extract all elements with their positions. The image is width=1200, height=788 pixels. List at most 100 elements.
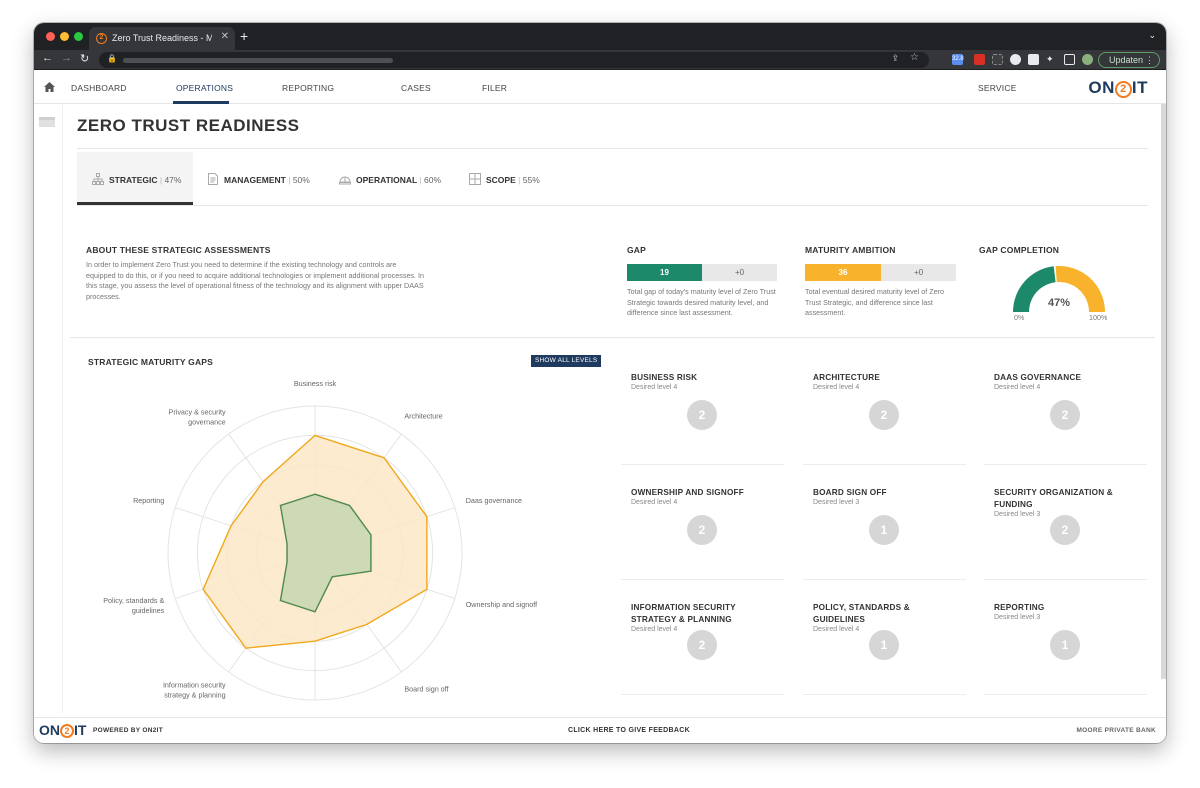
- organization-name: MOORE PRIVATE BANK: [1076, 727, 1156, 734]
- gauge-min-label: 0%: [1014, 313, 1025, 322]
- maturity-card[interactable]: BUSINESS RISK Desired level 4 2: [621, 350, 784, 464]
- card-gap-value: 1: [869, 630, 899, 660]
- radar-chart: Business risk Architecture Daas governance…: [103, 379, 537, 726]
- password-manager-icon[interactable]: [1010, 54, 1021, 65]
- maturity-card[interactable]: DAAS GOVERNANCE Desired level 4 2: [984, 350, 1147, 464]
- ambition-value: 36: [805, 264, 881, 281]
- new-tab-button[interactable]: +: [240, 28, 248, 44]
- tab-strip: 2 Zero Trust Readiness - Moore ✕ + ⌄: [34, 23, 1166, 50]
- extensions-puzzle-icon[interactable]: ✦: [1046, 54, 1057, 65]
- extension-badge-icon[interactable]: 32.8: [952, 54, 964, 65]
- close-window-icon[interactable]: [46, 32, 55, 41]
- gap-description: Total gap of today's maturity level of Z…: [627, 287, 776, 317]
- title-divider: [77, 148, 1148, 149]
- maturity-card[interactable]: INFORMATION SECURITY STRATEGY & PLANNING…: [621, 580, 784, 694]
- extension-red-icon[interactable]: [974, 54, 985, 65]
- top-nav: DASHBOARD OPERATIONS REPORTING CASES FIL…: [34, 70, 1166, 104]
- tab-search-icon[interactable]: ⌄: [1148, 30, 1156, 41]
- radar-axis-label: Ownership and signoff: [466, 600, 537, 609]
- kebab-menu-icon[interactable]: ⋮: [1145, 53, 1154, 67]
- page-scrollbar[interactable]: [1161, 104, 1166, 679]
- tab-scope-pct: 55%: [522, 175, 540, 185]
- maturity-card[interactable]: BOARD SIGN OFF Desired level 3 1: [803, 465, 966, 579]
- forward-icon[interactable]: →: [61, 52, 72, 64]
- assessment-divider: [70, 337, 1155, 338]
- maturity-card[interactable]: SECURITY ORGANIZATION & FUNDING Desired l…: [984, 465, 1147, 579]
- ambition-delta: +0: [881, 264, 956, 281]
- ambition-description: Total eventual desired maturity level of…: [805, 287, 945, 317]
- share-icon[interactable]: ⇪: [891, 53, 899, 64]
- extension-p-icon[interactable]: [1028, 54, 1039, 65]
- completion-gauge: 47%: [1013, 266, 1105, 312]
- tab-operational-pct: 60%: [424, 175, 442, 185]
- tab-strategic[interactable]: STRATEGIC | 47%: [77, 152, 193, 205]
- browser-tab[interactable]: 2 Zero Trust Readiness - Moore ✕: [89, 27, 235, 50]
- maturity-card[interactable]: OWNERSHIP AND SIGNOFF Desired level 4 2: [621, 465, 784, 579]
- hierarchy-icon: [92, 173, 104, 185]
- maturity-card[interactable]: ARCHITECTURE Desired level 4 2: [803, 350, 966, 464]
- radar-axis-label: Business risk: [294, 379, 337, 388]
- card-divider: [984, 694, 1147, 695]
- on2it-logo[interactable]: ON 2 IT: [1088, 78, 1148, 98]
- back-icon[interactable]: ←: [42, 52, 53, 64]
- completion-title: GAP COMPLETION: [979, 245, 1060, 255]
- browser-window: 2 Zero Trust Readiness - Moore ✕ + ⌄ ← →…: [34, 23, 1166, 743]
- sidebar-divider: [62, 105, 63, 713]
- reload-icon[interactable]: ↻: [80, 52, 89, 65]
- nav-dashboard[interactable]: DASHBOARD: [71, 83, 127, 93]
- document-icon: [208, 173, 218, 185]
- card-title: BOARD SIGN OFF: [813, 488, 887, 497]
- feedback-link[interactable]: CLICK HERE TO GIVE FEEDBACK: [568, 727, 690, 734]
- active-nav-indicator: [173, 101, 229, 104]
- card-desired-level: Desired level 4: [813, 384, 860, 391]
- card-divider: [803, 694, 966, 695]
- tab-management[interactable]: MANAGEMENT | 50%: [195, 152, 315, 205]
- card-desired-level: Desired level 4: [631, 499, 678, 506]
- home-icon[interactable]: [44, 82, 55, 92]
- tab-scope[interactable]: SCOPE | 55%: [457, 152, 557, 205]
- close-tab-icon[interactable]: ✕: [221, 31, 229, 42]
- maximize-window-icon[interactable]: [74, 32, 83, 41]
- about-text: In order to implement Zero Trust you nee…: [86, 260, 425, 301]
- card-gap-value: 2: [1050, 400, 1080, 430]
- nav-operations[interactable]: OPERATIONS: [176, 83, 233, 93]
- lock-icon: 🔒: [107, 54, 117, 63]
- card-desired-level: Desired level 4: [631, 384, 678, 391]
- tab-scope-label: SCOPE: [486, 175, 516, 185]
- sidebar-toggle-icon[interactable]: [39, 117, 55, 127]
- card-desired-level: Desired level 3: [994, 511, 1041, 518]
- profile-avatar[interactable]: [1082, 54, 1093, 65]
- card-desired-level: Desired level 4: [813, 626, 860, 633]
- assessment-tabs: STRATEGIC | 47% MANAGEMENT | 50% OPERATI…: [77, 152, 1148, 206]
- about-title: ABOUT THESE STRATEGIC ASSESSMENTS: [86, 245, 271, 255]
- card-title: SECURITY ORGANIZATION & FUNDING: [994, 488, 1113, 509]
- extension-grid-icon[interactable]: [992, 54, 1003, 65]
- radar-axis-label: Reporting: [133, 496, 164, 505]
- maturity-card[interactable]: POLICY, STANDARDS & GUIDELINES Desired le…: [803, 580, 966, 694]
- minimize-window-icon[interactable]: [60, 32, 69, 41]
- update-label: Updaten: [1108, 55, 1143, 65]
- gauge-value-label: 47%: [1048, 297, 1070, 309]
- nav-filer[interactable]: FILER: [482, 83, 507, 93]
- nav-cases[interactable]: CASES: [401, 83, 431, 93]
- card-gap-value: 2: [687, 400, 717, 430]
- gap-value: 19: [627, 264, 702, 281]
- radar-axis-label: Privacy & security governance: [169, 407, 227, 426]
- update-button[interactable]: Updaten ⋮: [1097, 52, 1160, 68]
- tab-management-pct: 50%: [292, 175, 310, 185]
- show-all-levels-button[interactable]: SHOW ALL LEVELS: [531, 355, 602, 367]
- nav-reporting[interactable]: REPORTING: [282, 83, 334, 93]
- maturity-card[interactable]: REPORTING Desired level 3 1: [984, 580, 1147, 694]
- footer-logo[interactable]: ON 2 IT: [39, 722, 86, 738]
- bookmark-star-icon[interactable]: ☆: [910, 52, 919, 63]
- nav-service[interactable]: SERVICE: [978, 83, 1017, 93]
- card-title: ARCHITECTURE: [813, 373, 880, 382]
- browser-toolbar: ← → ↻ 🔒 ⇪ ☆ 32.8 ✦ Updaten ⋮: [34, 50, 1166, 70]
- radar-axis-label: Policy, standards & guidelines: [103, 596, 164, 615]
- powered-by: POWERED BY ON2IT: [93, 727, 164, 734]
- grid-icon: [469, 173, 481, 185]
- address-bar[interactable]: 🔒 ⇪ ☆: [99, 52, 929, 68]
- card-gap-value: 2: [687, 630, 717, 660]
- sidebar-panel-icon[interactable]: [1064, 54, 1075, 65]
- tab-operational[interactable]: OPERATIONAL | 60%: [327, 152, 447, 205]
